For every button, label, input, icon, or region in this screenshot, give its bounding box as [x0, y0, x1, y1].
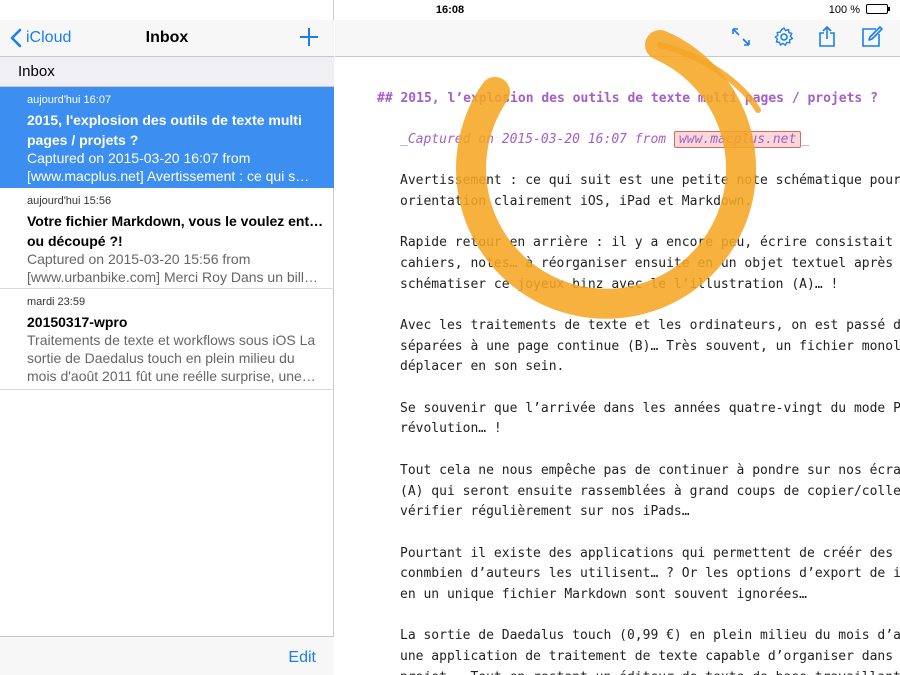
text-line: en un unique fichier Markdown sont souve… — [400, 587, 807, 602]
sidebar-title: Inbox — [145, 29, 189, 46]
captured-line: _Captured on 2015-03-20 16:07 from www.m… — [400, 129, 809, 150]
item-title-line: ou découpé ?! — [27, 233, 123, 249]
text-line: schématiser ce joyeux binz avec le l’ill… — [400, 276, 839, 292]
section-header: Inbox — [0, 57, 334, 87]
item-snippet-line: sortie de Daedalus touch en plein milieu… — [27, 350, 295, 366]
item-snippet-line: [www.macplus.net] Avertissement : ce qui… — [27, 168, 310, 184]
sidebar: iCloud Inbox Inbox aujourd'hui 16:07 201… — [0, 0, 334, 675]
text-line: révolution… ! — [400, 421, 502, 437]
text-line: (A) qui seront ensuite rassemblées à gra… — [400, 483, 900, 499]
markdown-heading: ## 2015, l’explosion des outils de texte… — [377, 91, 878, 106]
markdown-editor[interactable]: ## 2015, l’explosion des outils de texte… — [335, 58, 900, 675]
text-line: La sortie de Daedalus touch (0,99 €) en … — [400, 628, 900, 644]
gear-icon[interactable] — [772, 25, 796, 49]
text-line: orientation clairement iOS, iPad et Mark… — [400, 193, 753, 209]
captured-suffix: _ — [801, 132, 810, 147]
edit-button[interactable]: Edit — [288, 649, 316, 667]
sidebar-navbar: iCloud Inbox — [0, 20, 334, 57]
editor-toolbar — [335, 20, 900, 57]
item-snippet-line: Traitements de texte et workflows sous i… — [27, 332, 316, 348]
source-link[interactable]: www.macplus.net — [673, 131, 802, 148]
battery-percent: 100 % — [828, 4, 860, 16]
list-item[interactable]: aujourd'hui 15:56 Votre fichier Markdown… — [0, 188, 334, 289]
item-time: aujourd'hui 16:07 — [27, 94, 112, 106]
text-line: déplacer en son sein. — [400, 359, 565, 375]
item-time: mardi 23:59 — [27, 296, 86, 308]
share-icon[interactable] — [815, 25, 839, 49]
item-snippet-line: Captured on 2015-03-20 16:07 from — [27, 150, 251, 166]
item-title-line: 20150317-wpro — [27, 314, 128, 330]
text-line: Rapide retour en arrière : il y a encore… — [400, 235, 900, 251]
text-line: Se souvenir que l’arrivée dans les année… — [400, 400, 900, 416]
battery-icon — [866, 4, 890, 14]
text-line: une application de traitement de texte c… — [400, 649, 900, 665]
item-title-line: Votre fichier Markdown, vous le voulez e… — [27, 213, 326, 229]
text-line: Tout cela ne nous empêche pas de continu… — [400, 462, 900, 478]
text-line: conmbien d’auteurs les utilisent… ? Or l… — [400, 566, 900, 582]
text-line: Avec les traitements de texte et les ord… — [400, 317, 900, 333]
item-time: aujourd'hui 15:56 — [27, 195, 112, 207]
plus-icon[interactable] — [298, 26, 320, 48]
captured-prefix: _Captured on 2015-03-20 16:07 from — [400, 132, 674, 147]
message-list: aujourd'hui 16:07 2015, l'explosion des … — [0, 87, 334, 390]
list-item[interactable]: aujourd'hui 16:07 2015, l'explosion des … — [0, 87, 334, 188]
text-line: Pourtant il existe des applications qui … — [400, 545, 900, 561]
item-snippet-line: Captured on 2015-03-20 15:56 from — [27, 251, 251, 267]
item-snippet-line: mois d'août 2011 fût une reélle surprise… — [27, 368, 316, 384]
text-line: vérifier régulièrement sur nos iPads… — [400, 504, 690, 520]
item-snippet-line: [www.urbanbike.com] Merci Roy Dans un bi… — [27, 269, 318, 285]
expand-icon[interactable] — [729, 25, 753, 49]
text-line: Avertissement : ce qui suit est une peti… — [400, 173, 900, 188]
text-line: séparées à une page continue (B)… Très s… — [400, 338, 900, 354]
sidebar-toolbar: Edit — [0, 636, 334, 675]
text-line: projet…. Tout en restant un éditeur de t… — [400, 667, 900, 675]
text-line: cahiers, notes… à réorganiser ensuite en… — [400, 255, 900, 271]
compose-icon[interactable] — [860, 25, 884, 49]
item-title-line: pages / projets ? — [27, 132, 139, 148]
item-title-line: 2015, l'explosion des outils de texte mu… — [27, 112, 302, 128]
list-item[interactable]: mardi 23:59 20150317-wpro Traitements de… — [0, 289, 334, 390]
